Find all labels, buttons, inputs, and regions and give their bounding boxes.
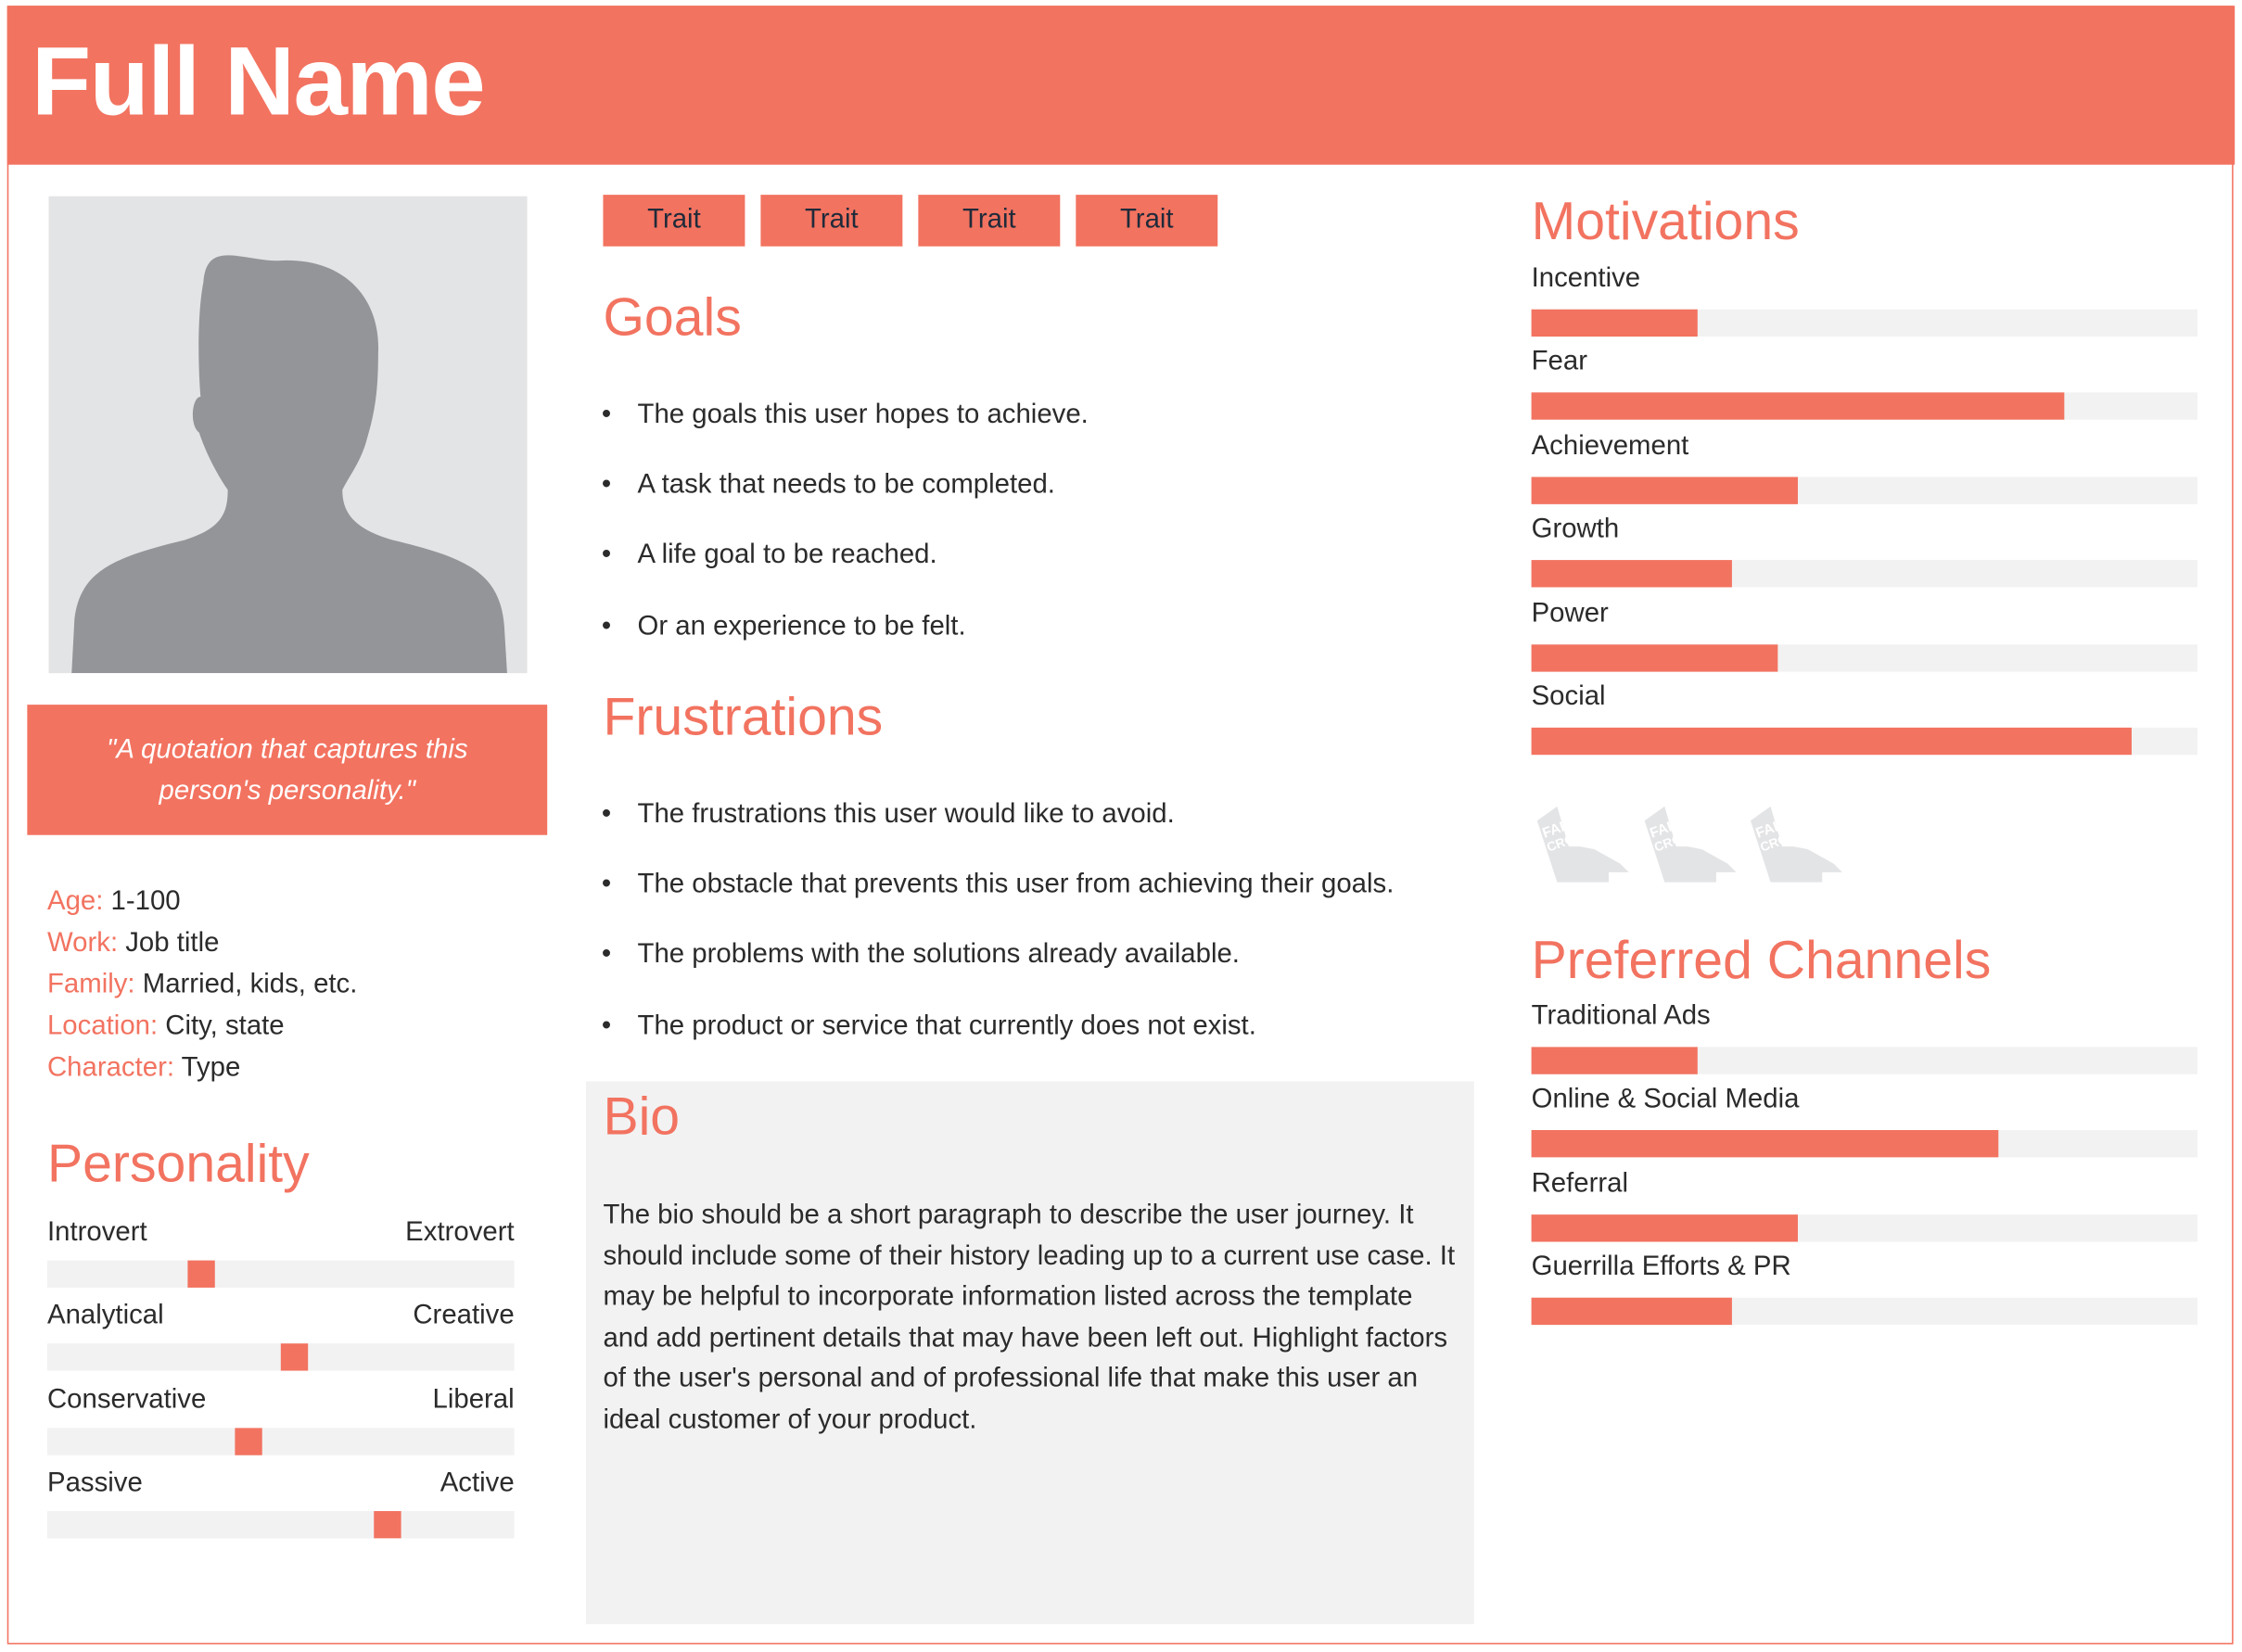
goals-item: A life goal to be reached. [602, 540, 937, 572]
goals-item: The goals this user hopes to achieve. [602, 400, 1089, 431]
trait-badge: Trait [760, 195, 903, 247]
persona-page: Full Name "A quotation that captures thi… [0, 0, 2242, 1651]
goals-item-text: A task that needs to be completed. [637, 470, 1055, 501]
scale-left-label: Passive [46, 1468, 143, 1499]
scale-left-label: Analytical [46, 1301, 164, 1331]
slider-marker [187, 1260, 215, 1288]
motivations-label: Growth [1531, 514, 1620, 545]
motivations-bar-fill [1531, 392, 2065, 421]
scale-right-label: Active [439, 1468, 515, 1499]
motivations-bar-fill [1531, 560, 1732, 588]
channels-bar-fill [1531, 1214, 1798, 1242]
bio-panel: Bio The bio should be a short paragraph … [585, 1081, 1474, 1625]
channels-label: Online & Social Media [1531, 1085, 1800, 1115]
scale-right-label: Extrovert [405, 1217, 515, 1248]
frustrations-item-text: The obstacle that prevents this user fro… [637, 870, 1395, 900]
detail-label: Character: [46, 1052, 175, 1084]
detail-label: Location: [46, 1010, 159, 1042]
detail-value: City, state [165, 1010, 285, 1042]
detail-value: Job title [125, 928, 220, 959]
slider-marker [374, 1511, 402, 1539]
goals-item: Or an experience to be felt. [602, 611, 966, 642]
trait-badge: Trait [603, 195, 745, 247]
fake-crow-logo: FAKE CROW [1536, 806, 1632, 883]
motivations-bar [1531, 477, 2198, 504]
personality-slider [46, 1260, 515, 1288]
channels-bar [1531, 1130, 2198, 1158]
goals-item-text: The goals this user hopes to achieve. [637, 400, 1089, 430]
person-silhouette-icon [48, 196, 528, 674]
detail-label: Age: [46, 886, 104, 917]
channels-label: Traditional Ads [1531, 1000, 1711, 1032]
scale-left-label: Introvert [46, 1217, 147, 1248]
goals-item-text: Or an experience to be felt. [637, 611, 966, 642]
motivations-heading: Motivations [1531, 192, 1800, 251]
motivations-bar [1531, 392, 2198, 421]
motivations-bar [1531, 309, 2198, 337]
personality-slider [46, 1343, 515, 1372]
frustrations-item-text: The frustrations this user would like to… [637, 799, 1175, 830]
personality-slider [46, 1428, 515, 1455]
motivations-label: Social [1531, 681, 1606, 712]
preferred-channels-heading: Preferred Channels [1531, 931, 1992, 990]
detail-label: Work: [46, 928, 119, 959]
channels-bar-fill [1531, 1130, 1998, 1158]
personality-slider [46, 1511, 515, 1539]
slider-marker [234, 1428, 262, 1455]
frustrations-item: The obstacle that prevents this user fro… [602, 870, 1395, 901]
detail-value: Married, kids, etc. [142, 969, 358, 1000]
motivations-bar-fill [1531, 727, 2132, 756]
goals-item-text: A life goal to be reached. [637, 540, 937, 571]
motivations-bar-fill [1531, 643, 1778, 671]
motivations-bar [1531, 560, 2198, 588]
motivations-label: Fear [1531, 347, 1587, 377]
scale-right-label: Liberal [432, 1384, 515, 1416]
personality-quote: "A quotation that captures this person's… [27, 705, 548, 835]
detail-work: Work: Job title [47, 928, 219, 959]
frustrations-heading: Frustrations [603, 687, 884, 746]
motivations-bar-fill [1531, 477, 1798, 504]
motivations-label: Power [1531, 598, 1609, 629]
goals-item: A task that needs to be completed. [602, 470, 1055, 502]
detail-value: Type [181, 1052, 241, 1084]
frustrations-item-text: The product or service that currently do… [637, 1010, 1256, 1041]
motivations-label: Incentive [1531, 263, 1641, 294]
motivations-bar-fill [1531, 309, 1699, 337]
detail-label: Family: [46, 969, 135, 1000]
goals-heading: Goals [603, 287, 742, 347]
detail-family: Family: Married, kids, etc. [47, 970, 357, 1001]
channels-bar [1531, 1298, 2198, 1326]
channels-bar [1531, 1047, 2198, 1074]
frustrations-item-text: The problems with the solutions already … [637, 940, 1240, 971]
channels-label: Referral [1531, 1168, 1629, 1199]
bio-text: The bio should be a short paragraph to d… [603, 1200, 1456, 1436]
motivations-bar [1531, 643, 2198, 671]
fake-crow-logo: FAKE CROW [1750, 806, 1845, 883]
frustrations-item: The frustrations this user would like to… [602, 799, 1175, 831]
frustrations-item: The problems with the solutions already … [602, 940, 1240, 972]
bio-heading: Bio [603, 1087, 681, 1146]
motivations-label: Achievement [1531, 430, 1689, 462]
trait-badge: Trait [918, 195, 1061, 247]
motivations-bar [1531, 727, 2198, 756]
frustrations-item: The product or service that currently do… [602, 1010, 1256, 1042]
detail-character: Character: Type [47, 1053, 240, 1085]
trait-badge: Trait [1076, 195, 1218, 247]
scale-left-label: Conservative [46, 1384, 207, 1416]
channels-label: Guerrilla Efforts & PR [1531, 1252, 1791, 1283]
channels-bar-fill [1531, 1047, 1699, 1074]
channels-bar-fill [1531, 1298, 1732, 1326]
detail-location: Location: City, state [47, 1011, 285, 1043]
scale-right-label: Creative [413, 1301, 515, 1331]
fake-crow-logo: FAKE CROW [1644, 806, 1739, 883]
detail-value: 1-100 [110, 886, 181, 917]
detail-age: Age: 1-100 [47, 886, 181, 918]
persona-name: Full Name [31, 27, 486, 136]
channels-bar [1531, 1214, 2198, 1242]
personality-heading: Personality [46, 1134, 310, 1193]
slider-marker [281, 1343, 309, 1372]
